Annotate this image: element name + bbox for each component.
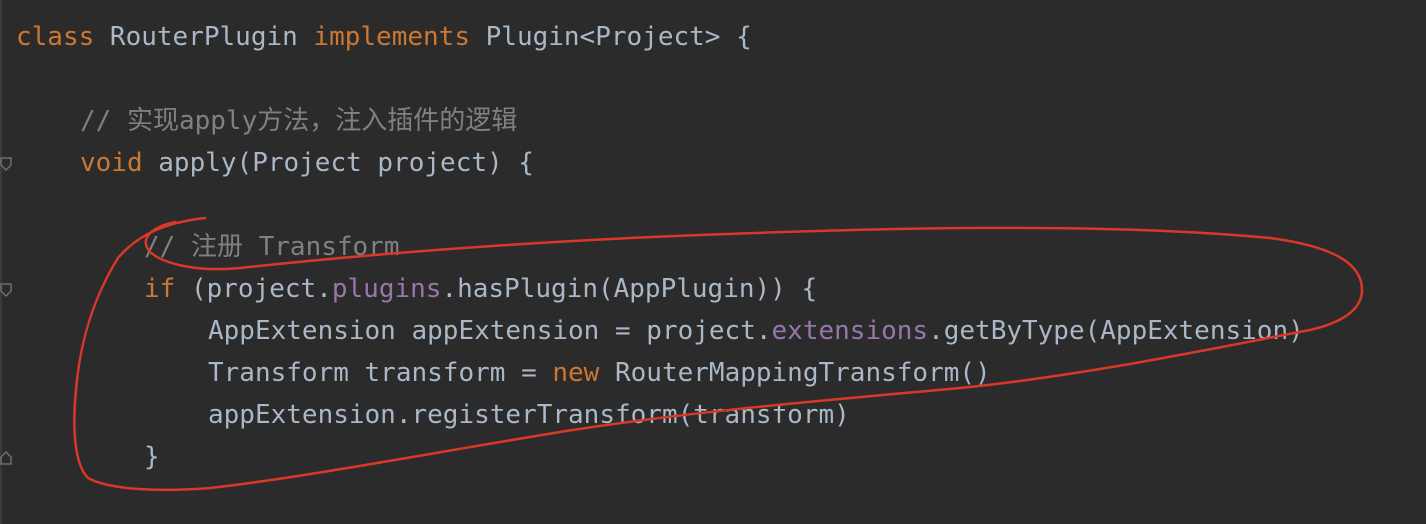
code-line-2[interactable]: // 实现apply方法，注入插件的逻辑 bbox=[80, 101, 517, 141]
keyword-if: if bbox=[144, 274, 176, 304]
code-line-4[interactable]: // 注册 Transform bbox=[144, 227, 400, 267]
keyword-new: new bbox=[552, 358, 600, 388]
code-text: RouterMappingTransform() bbox=[599, 358, 991, 388]
code-text: Plugin<Project> { bbox=[469, 22, 752, 52]
code-comment: // 注册 Transform bbox=[144, 232, 400, 262]
keyword-class: class bbox=[16, 22, 95, 52]
code-line-5[interactable]: if (project.plugins.hasPlugin(AppPlugin)… bbox=[144, 269, 817, 309]
field-extensions: extensions bbox=[771, 316, 929, 346]
code-editor[interactable]: class RouterPlugin implements Plugin<Pro… bbox=[0, 0, 1426, 524]
keyword-implements: implements bbox=[313, 22, 470, 52]
closing-brace: } bbox=[144, 442, 160, 472]
code-text: RouterPlugin bbox=[94, 22, 314, 52]
code-text: apply(Project project) { bbox=[142, 148, 534, 178]
gutter bbox=[0, 0, 2, 524]
field-plugins: plugins bbox=[331, 274, 442, 304]
code-text: (project. bbox=[175, 274, 332, 304]
code-line-8[interactable]: appExtension.registerTransform(transform… bbox=[208, 395, 850, 435]
code-text: AppExtension appExtension = project. bbox=[208, 316, 772, 346]
fold-icon[interactable] bbox=[0, 157, 12, 171]
code-text: .getByType(AppExtension) bbox=[928, 316, 1304, 346]
code-line-1[interactable]: class RouterPlugin implements Plugin<Pro… bbox=[16, 17, 752, 57]
code-comment: // 实现apply方法，注入插件的逻辑 bbox=[80, 106, 518, 136]
fold-icon[interactable] bbox=[0, 283, 12, 297]
code-text: Transform transform = bbox=[208, 358, 553, 388]
fold-icon[interactable] bbox=[0, 451, 12, 465]
code-text: .hasPlugin(AppPlugin)) { bbox=[441, 274, 818, 304]
keyword-void: void bbox=[80, 148, 143, 178]
code-line-7[interactable]: Transform transform = new RouterMappingT… bbox=[208, 353, 991, 393]
code-line-9[interactable]: } bbox=[144, 437, 160, 477]
code-line-3[interactable]: void apply(Project project) { bbox=[80, 143, 534, 183]
code-text: appExtension.registerTransform(transform… bbox=[208, 400, 850, 430]
code-line-6[interactable]: AppExtension appExtension = project.exte… bbox=[208, 311, 1304, 351]
